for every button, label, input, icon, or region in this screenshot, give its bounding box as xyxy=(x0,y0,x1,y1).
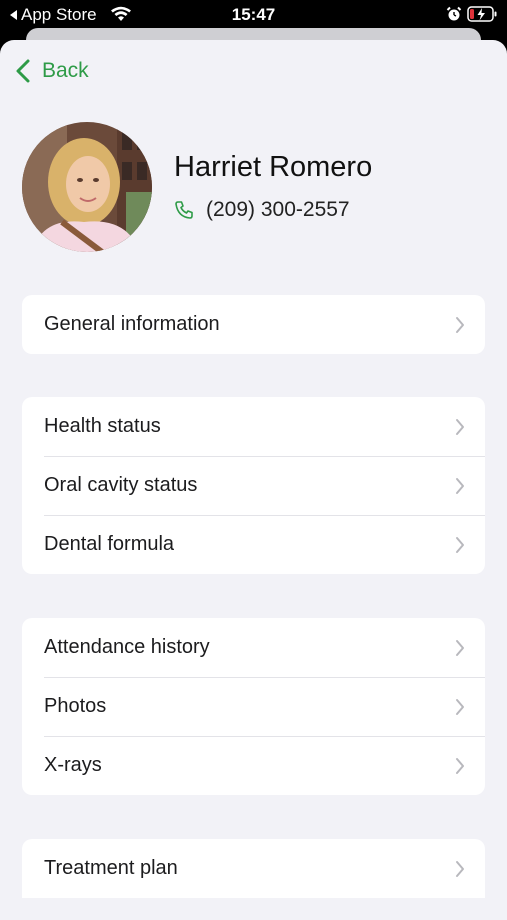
back-button[interactable]: Back xyxy=(14,56,89,86)
patient-card-sheet: Back Harriet Romero (209) 300-2557 Gener… xyxy=(0,40,507,920)
back-label: Back xyxy=(42,59,89,82)
patient-name: Harriet Romero xyxy=(174,151,373,183)
chevron-right-icon xyxy=(456,639,464,656)
chevron-right-icon xyxy=(456,536,464,553)
phone-row[interactable]: (209) 300-2557 xyxy=(174,198,350,222)
group-history: Attendance history Photos X-rays xyxy=(22,618,485,795)
row-photos[interactable]: Photos xyxy=(22,677,485,736)
group-status: Health status Oral cavity status Dental … xyxy=(22,397,485,574)
row-label: Attendance history xyxy=(44,636,210,658)
row-label: Dental formula xyxy=(44,533,175,555)
status-time: 15:47 xyxy=(231,5,276,24)
group-treatment: Treatment plan xyxy=(22,839,485,898)
chevron-right-icon xyxy=(456,860,464,877)
row-general-information[interactable]: General information xyxy=(22,295,485,354)
status-bar: App Store 15:47 xyxy=(0,0,507,30)
patient-avatar xyxy=(22,122,152,252)
group-general: General information xyxy=(22,295,485,354)
row-label: Treatment plan xyxy=(44,857,178,879)
row-label: General information xyxy=(44,313,220,335)
phone-number: (209) 300-2557 xyxy=(206,198,350,221)
phone-icon xyxy=(175,201,193,219)
back-chevron-icon xyxy=(16,59,30,83)
row-label: X-rays xyxy=(44,754,102,776)
row-oral-cavity-status[interactable]: Oral cavity status xyxy=(22,456,485,515)
row-health-status[interactable]: Health status xyxy=(22,397,485,456)
row-treatment-plan[interactable]: Treatment plan xyxy=(22,839,485,898)
row-x-rays[interactable]: X-rays xyxy=(22,736,485,795)
chevron-right-icon xyxy=(456,698,464,715)
battery-charging-icon xyxy=(467,6,497,22)
row-label: Photos xyxy=(44,695,107,717)
row-attendance-history[interactable]: Attendance history xyxy=(22,618,485,677)
row-dental-formula[interactable]: Dental formula xyxy=(22,515,485,574)
chevron-right-icon xyxy=(456,418,464,435)
row-label: Health status xyxy=(44,415,161,437)
chevron-right-icon xyxy=(456,316,464,333)
row-label: Oral cavity status xyxy=(44,474,198,496)
chevron-right-icon xyxy=(456,757,464,774)
alarm-icon xyxy=(446,6,462,21)
chevron-right-icon xyxy=(456,477,464,494)
